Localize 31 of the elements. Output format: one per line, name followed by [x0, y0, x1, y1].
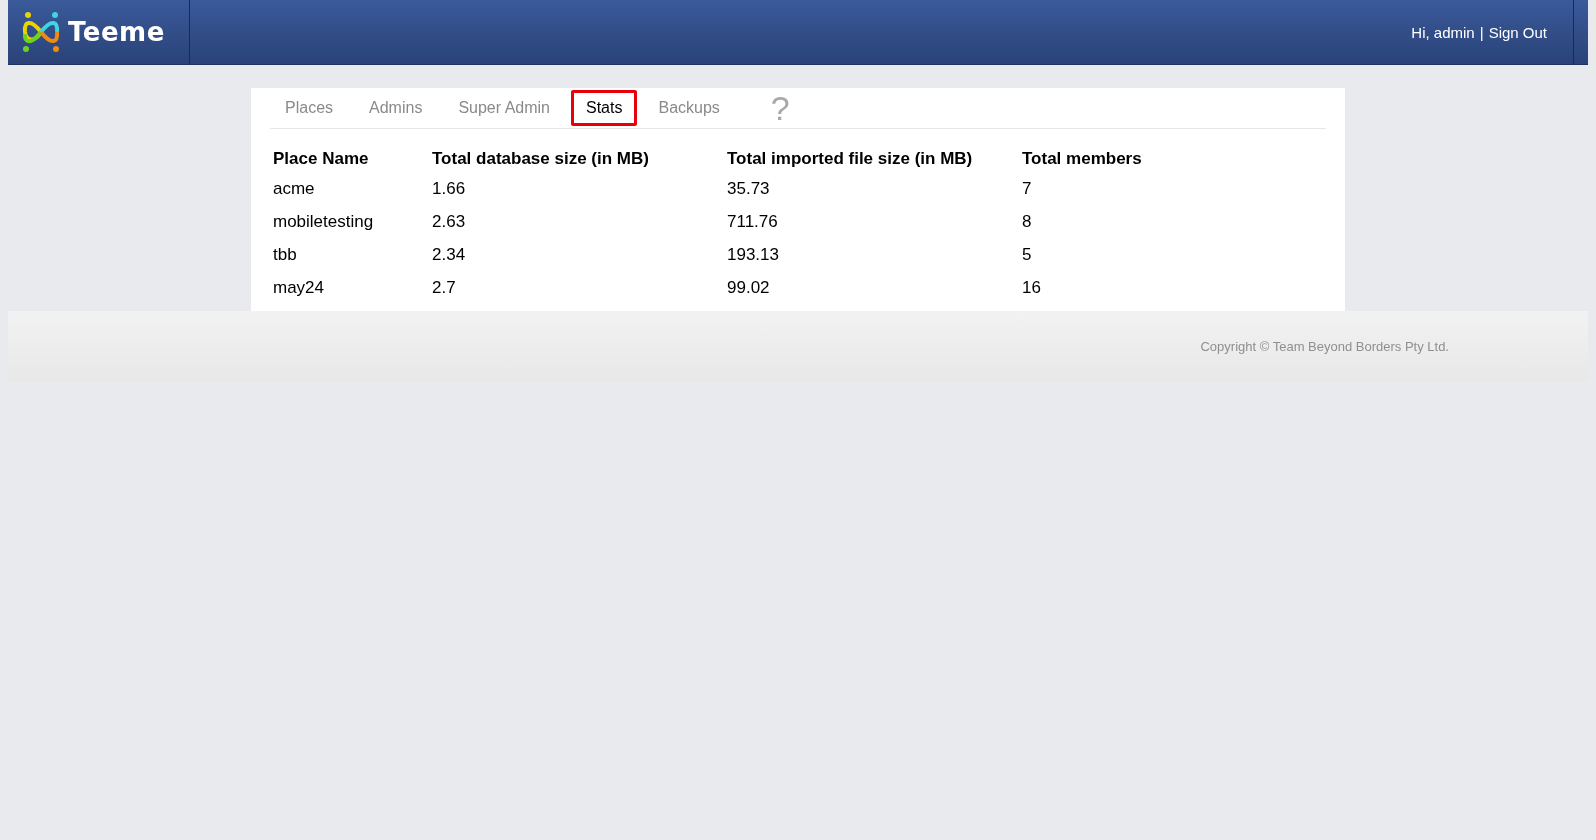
column-header: Total members	[1021, 148, 1143, 170]
logo-text: Teeme	[68, 17, 165, 47]
table-cell-text: 2.7	[431, 277, 457, 299]
table-cell-text: 711.76	[726, 211, 779, 233]
table-cell-text: 7	[1021, 178, 1033, 200]
tab[interactable]: Stats	[571, 90, 638, 126]
table-cell-text: 1.66	[431, 178, 467, 200]
column-header: Total imported file size (in MB)	[726, 148, 974, 170]
sign-out-link[interactable]: Sign Out	[1488, 23, 1547, 41]
table-cell-text: mobiletesting	[272, 211, 375, 233]
table-cell-text: 99.02	[726, 277, 771, 299]
tab[interactable]: Places	[270, 90, 349, 126]
table-cell-text: may24	[272, 277, 326, 299]
table-cell-text: acme	[272, 178, 316, 200]
tab[interactable]: Backups	[643, 90, 735, 126]
separator-text: |	[1479, 23, 1484, 41]
copyright-text: Copyright © Team Beyond Borders Pty Ltd.	[1200, 338, 1449, 354]
table-cell-text: tbb	[272, 244, 298, 266]
column-header: Place Name	[272, 148, 370, 170]
column-header: Total database size (in MB)	[431, 148, 650, 170]
help-icon[interactable]: ?	[770, 91, 790, 125]
table-cell-text: 5	[1021, 244, 1033, 266]
table-cell-text: 193.13	[726, 244, 780, 266]
greeting-text: Hi, admin	[1411, 23, 1475, 41]
table-cell-text: 8	[1021, 211, 1033, 233]
tab[interactable]: Super Admin	[443, 90, 565, 126]
table-cell-text: 2.34	[431, 244, 467, 266]
tab[interactable]: Admins	[354, 90, 438, 126]
table-cell-text: 16	[1021, 277, 1042, 299]
table-cell-text: 2.63	[431, 211, 467, 233]
table-cell-text: 35.73	[726, 178, 771, 200]
